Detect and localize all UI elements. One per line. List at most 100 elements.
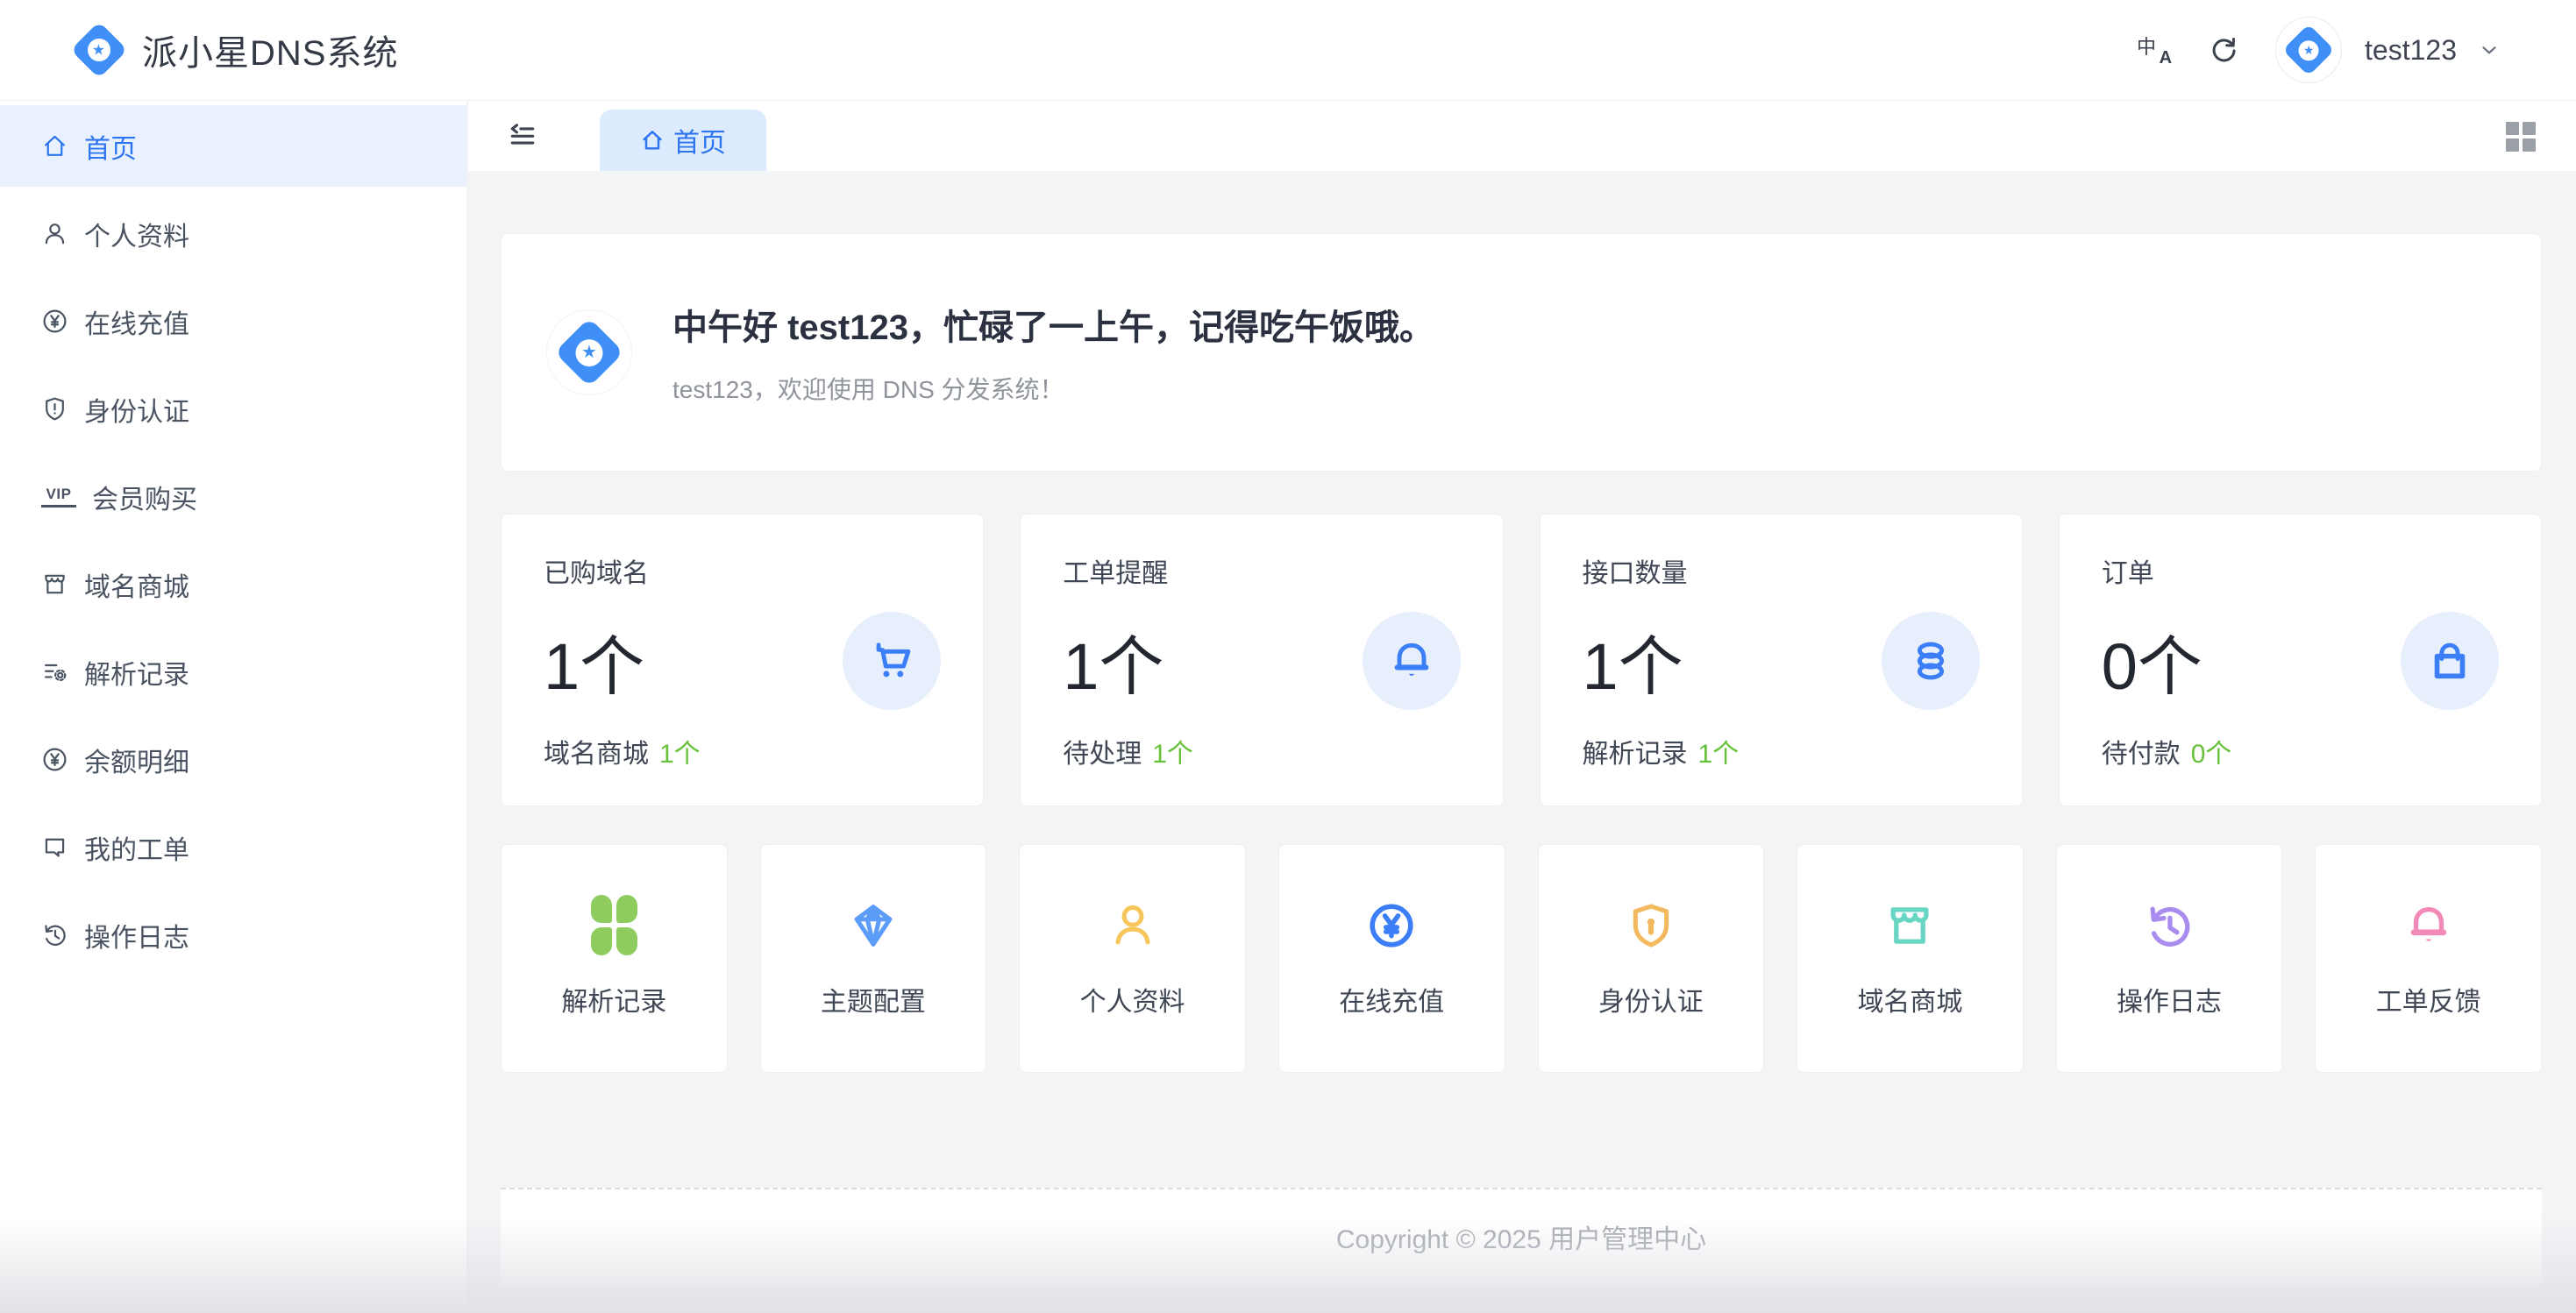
sidebar-item-label: 在线充值 (84, 302, 189, 341)
stat-card-orders: 订单 0个 待付款0个 (2059, 514, 2542, 806)
tile-domain-shop[interactable]: 域名商城 (1797, 844, 2024, 1073)
dns-dashboard: ★ 派小星DNS系统 中 A ★ test123 (0, 0, 2576, 1313)
sidebar-item-recharge[interactable]: 在线充值 (0, 280, 466, 362)
sidebar-item-logs[interactable]: 操作日志 (0, 894, 466, 976)
stat-value: 0个 (2102, 614, 2202, 708)
tile-theme-config[interactable]: 主题配置 (760, 844, 987, 1073)
tile-label: 个人资料 (1080, 980, 1185, 1018)
sidebar-item-identity[interactable]: 身份认证 (0, 368, 466, 450)
app-header: ★ 派小星DNS系统 中 A ★ test123 (0, 0, 2576, 101)
sidebar-item-label: 域名商城 (84, 565, 189, 604)
clover-icon (591, 899, 637, 952)
tile-ticket-feedback[interactable]: 工单反馈 (2315, 844, 2542, 1073)
tab-bar: 首页 (468, 101, 2576, 171)
welcome-card: ★ 中午好 test123，忙碌了一上午，记得吃午饭哦。 test123，欢迎使… (501, 233, 2542, 472)
shop-icon (41, 571, 68, 598)
yen-circle-icon (1366, 899, 1417, 952)
avatar[interactable]: ★ (2275, 17, 2342, 83)
yen-circle-icon (41, 308, 68, 335)
username[interactable]: test123 (2365, 34, 2457, 67)
sidebar-item-domain-shop[interactable]: 域名商城 (0, 543, 466, 625)
bag-icon (2401, 612, 2499, 710)
home-icon (640, 128, 665, 153)
tile-label: 解析记录 (561, 980, 666, 1018)
tile-dns-records[interactable]: 解析记录 (501, 844, 728, 1073)
stat-footer-link[interactable]: 待处理1个 (1063, 732, 1460, 770)
tile-recharge[interactable]: 在线充值 (1278, 844, 1505, 1073)
bell-icon (2403, 899, 2454, 952)
main-content: ★ 中午好 test123，忙碌了一上午，记得吃午饭哦。 test123，欢迎使… (468, 171, 2576, 1313)
tile-label: 操作日志 (2117, 980, 2222, 1018)
stat-title: 工单提醒 (1063, 551, 1460, 590)
stats-row: 已购域名 1个 域名商城1个 工单提醒 (501, 514, 2542, 806)
tile-label: 工单反馈 (2376, 980, 2481, 1018)
stat-title: 订单 (2102, 551, 2499, 590)
list-gear-icon (41, 658, 68, 685)
welcome-subtitle: test123，欢迎使用 DNS 分发系统！ (672, 371, 1434, 406)
sidebar-item-label: 余额明细 (84, 741, 189, 779)
tab-label: 首页 (673, 121, 726, 160)
tile-profile[interactable]: 个人资料 (1019, 844, 1246, 1073)
tile-label: 主题配置 (821, 980, 926, 1018)
stat-footer-link[interactable]: 解析记录1个 (1583, 732, 1980, 770)
stat-title: 接口数量 (1583, 551, 1980, 590)
user-icon (1107, 899, 1158, 952)
sidebar-item-profile[interactable]: 个人资料 (0, 193, 466, 274)
refresh-icon[interactable] (2207, 33, 2240, 67)
sidebar-item-dns-records[interactable]: 解析记录 (0, 631, 466, 713)
theme-gem-icon (848, 899, 899, 952)
tile-label: 在线充值 (1339, 980, 1444, 1018)
cart-icon (843, 612, 941, 710)
sidebar-item-home[interactable]: 首页 (0, 105, 466, 187)
tile-label: 域名商城 (1857, 980, 1962, 1018)
history-icon (2144, 899, 2195, 952)
yen-circle-icon (41, 746, 68, 773)
stat-title: 已购域名 (544, 551, 941, 590)
stat-footer-link[interactable]: 待付款0个 (2102, 732, 2499, 770)
sidebar-item-label: 操作日志 (84, 916, 189, 955)
stat-value: 1个 (544, 614, 644, 708)
stat-value: 1个 (1063, 614, 1163, 708)
app-title: 派小星DNS系统 (142, 25, 398, 75)
tab-home[interactable]: 首页 (600, 110, 766, 171)
sidebar-collapse-icon[interactable] (507, 120, 538, 152)
sidebar-item-tickets[interactable]: 我的工单 (0, 806, 466, 888)
stat-card-tickets: 工单提醒 1个 待处理1个 (1020, 514, 1503, 806)
quick-actions-row: 解析记录 主题配置 (501, 844, 2542, 1073)
sidebar-item-label: 首页 (84, 127, 137, 166)
tile-label: 身份认证 (1598, 980, 1704, 1018)
user-icon (41, 220, 68, 247)
shield-icon (41, 395, 68, 422)
chat-icon (41, 834, 68, 861)
welcome-logo-icon: ★ (546, 309, 632, 395)
stat-value: 1个 (1583, 614, 1683, 708)
history-icon (41, 921, 68, 948)
stat-card-domains: 已购域名 1个 域名商城1个 (501, 514, 984, 806)
sidebar-item-label: 我的工单 (84, 828, 189, 867)
stat-footer-link[interactable]: 域名商城1个 (544, 732, 941, 770)
sidebar-item-balance[interactable]: 余额明细 (0, 719, 466, 800)
shield-keyhole-icon (1626, 899, 1676, 952)
app-logo-icon: ★ (70, 21, 127, 78)
chevron-down-icon[interactable] (2473, 33, 2506, 67)
copyright-text: Copyright © 2025 用户管理中心 (1336, 1217, 1706, 1256)
footer: Copyright © 2025 用户管理中心 (501, 1188, 2542, 1284)
sidebar-item-label: 解析记录 (84, 653, 189, 692)
language-switch-icon[interactable]: 中 A (2137, 33, 2172, 67)
welcome-title: 中午好 test123，忙碌了一上午，记得吃午饭哦。 (672, 299, 1434, 350)
bell-icon (1363, 612, 1461, 710)
home-icon (41, 132, 68, 160)
tile-identity[interactable]: 身份认证 (1538, 844, 1765, 1073)
sidebar-item-label: 会员购买 (92, 478, 197, 516)
vip-icon: VIP (41, 486, 76, 507)
logo-star-icon: ★ (92, 43, 105, 58)
sidebar-item-label: 个人资料 (84, 215, 189, 253)
shop-icon (1884, 899, 1935, 952)
sidebar-nav: 首页 个人资料 在线充值 身份认证 VIP 会员购买 (0, 101, 467, 1313)
tile-logs[interactable]: 操作日志 (2056, 844, 2283, 1073)
layout-grid-icon[interactable] (2506, 122, 2536, 152)
sidebar-item-label: 身份认证 (84, 390, 189, 429)
sidebar-item-vip[interactable]: VIP 会员购买 (0, 456, 466, 537)
database-icon (1882, 612, 1980, 710)
stat-card-interfaces: 接口数量 1个 解析记录1个 (1540, 514, 2023, 806)
